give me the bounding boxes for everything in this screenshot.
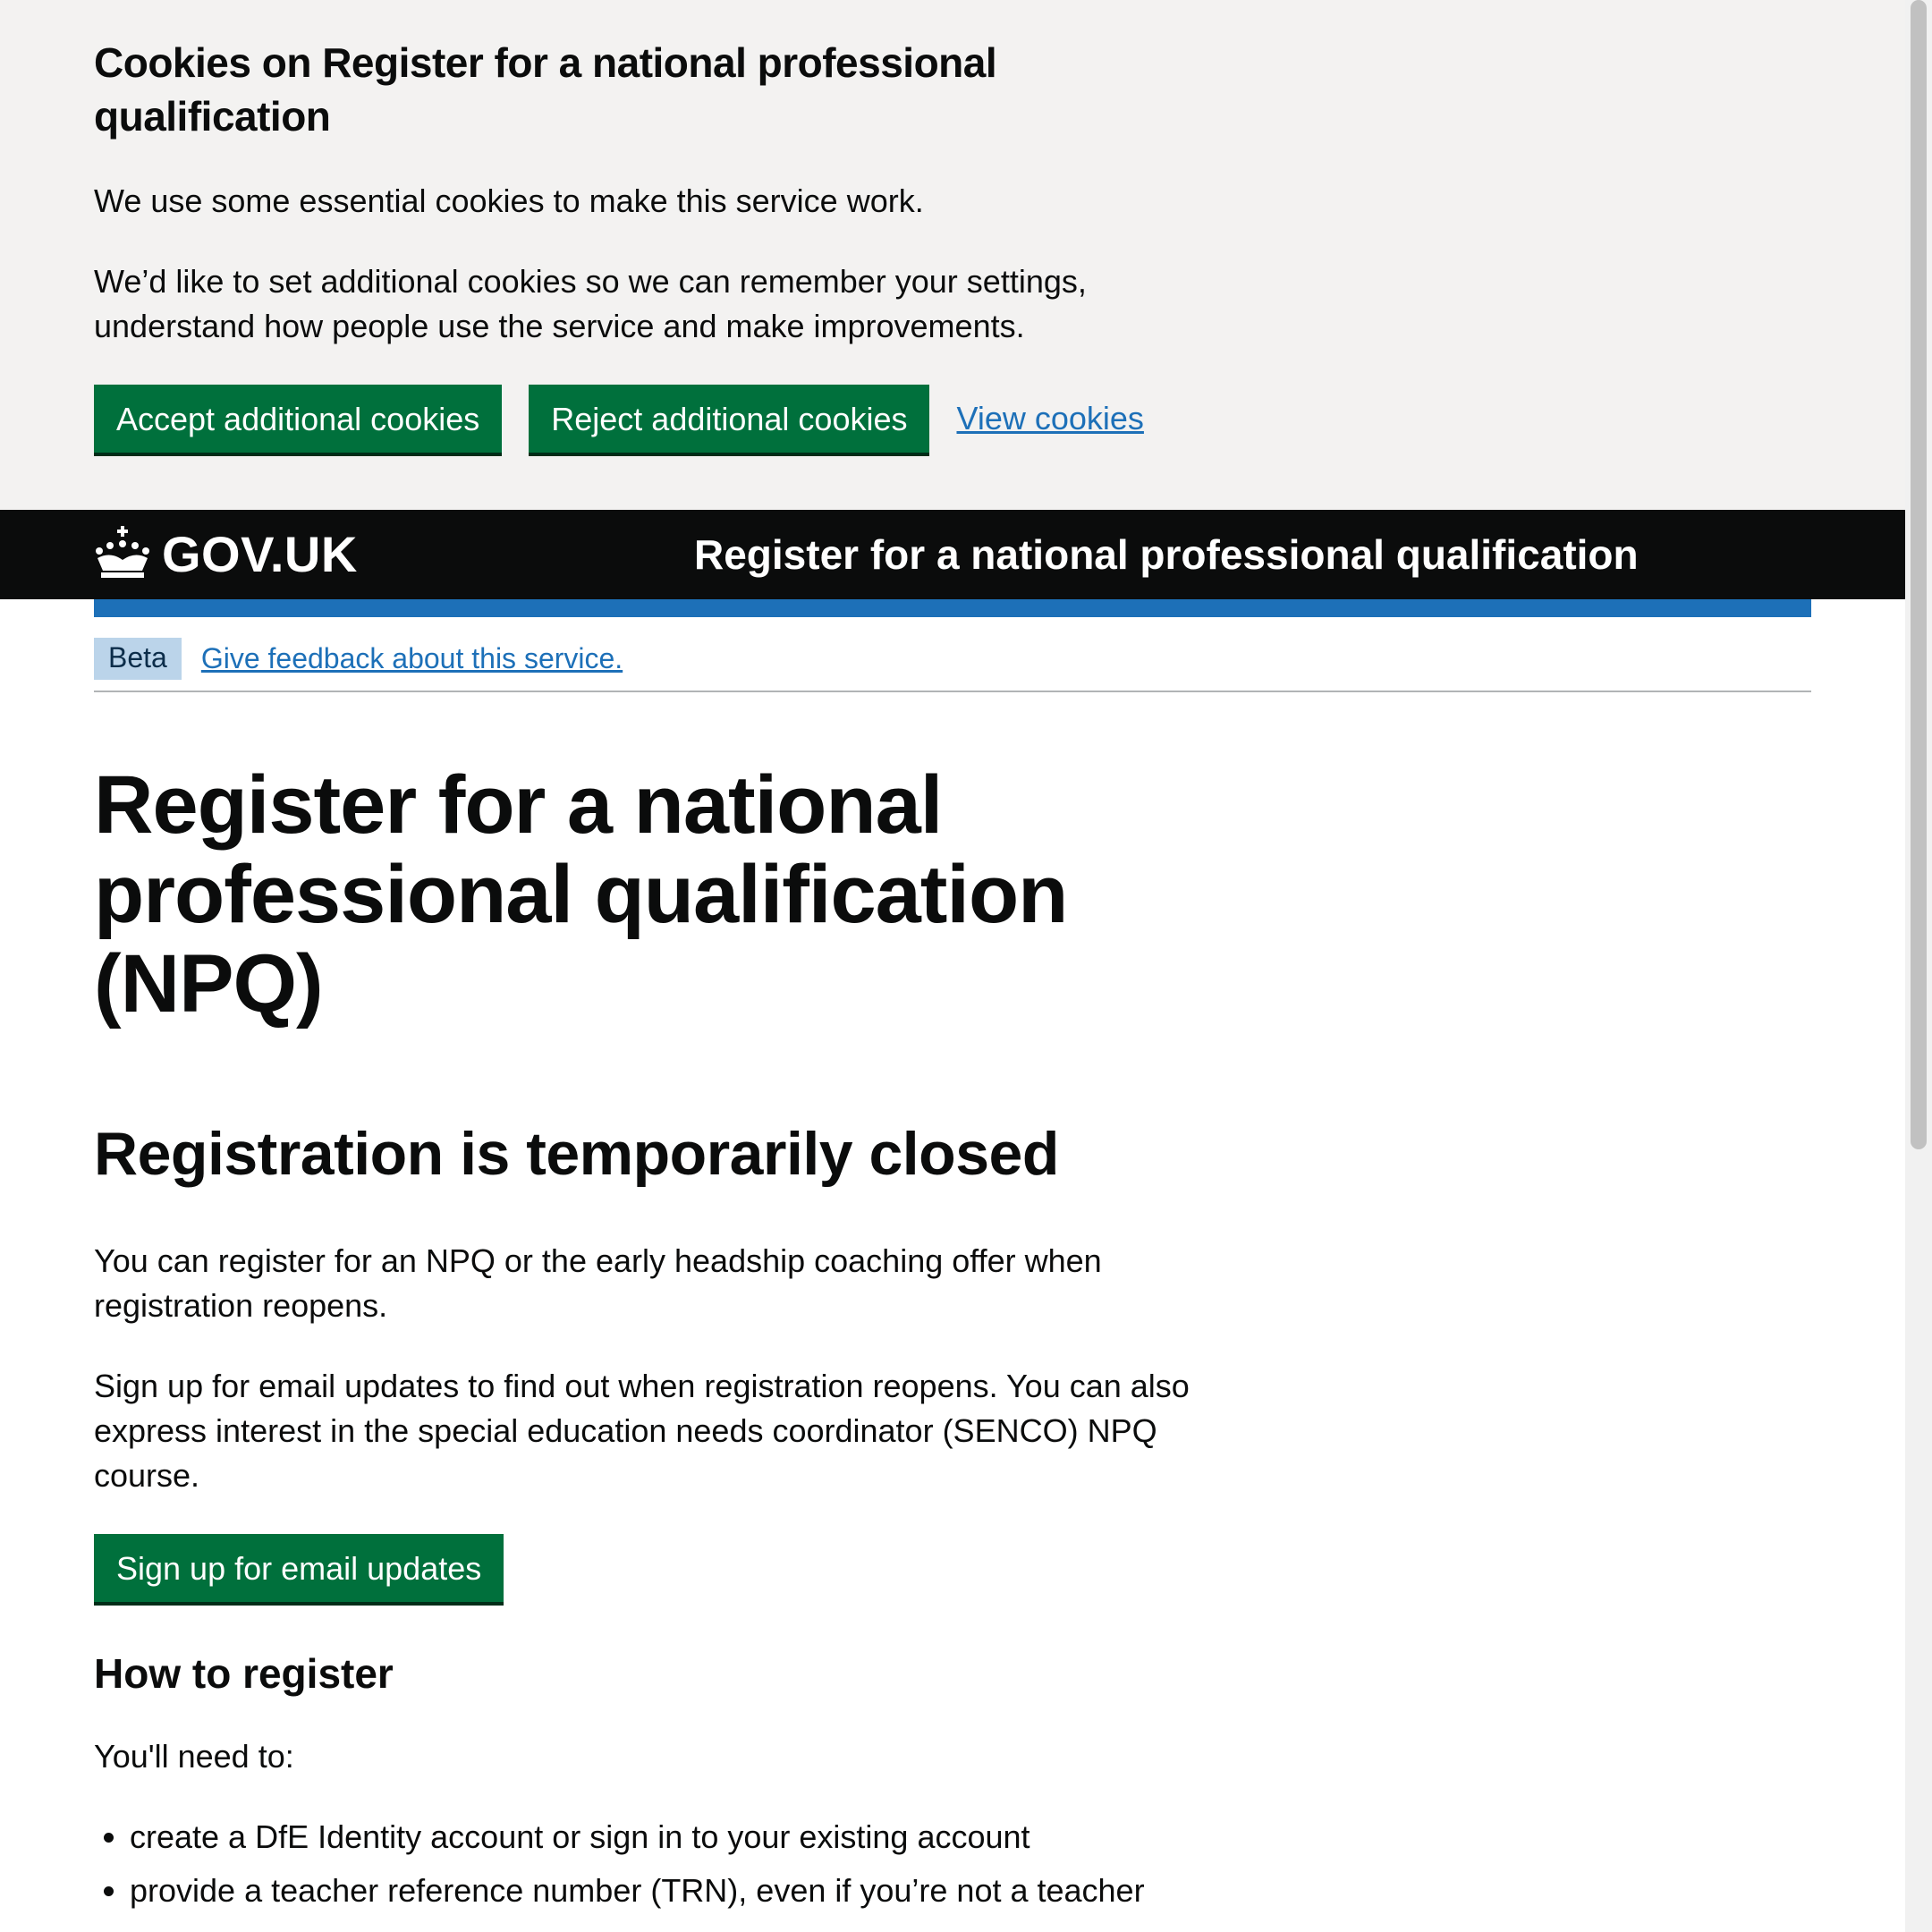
view-cookies-link[interactable]: View cookies bbox=[956, 400, 1143, 437]
govuk-logo-link[interactable]: GOV.UK bbox=[94, 524, 358, 584]
page-title: Register for a national professional qua… bbox=[94, 759, 1068, 1030]
scrollbar-track[interactable] bbox=[1905, 0, 1932, 1932]
beta-tag: Beta bbox=[94, 637, 182, 680]
reject-cookies-button[interactable]: Reject additional cookies bbox=[529, 385, 930, 453]
how-to-register-intro: You'll need to: bbox=[94, 1738, 294, 1775]
cookie-banner-text-additional: We’d like to set additional cookies so w… bbox=[94, 263, 1087, 344]
service-name-link[interactable]: Register for a national professional qua… bbox=[694, 530, 1639, 580]
sign-up-email-updates-button[interactable]: Sign up for email updates bbox=[94, 1534, 504, 1602]
cookie-banner-text-essential: We use some essential cookies to make th… bbox=[94, 182, 924, 219]
scrollbar-thumb[interactable] bbox=[1911, 0, 1927, 1149]
crown-icon bbox=[94, 524, 151, 584]
registration-info-text: You can register for an NPQ or the early… bbox=[94, 1242, 1102, 1324]
cookie-banner: Cookies on Register for a national profe… bbox=[0, 0, 1905, 510]
list-item: create a DfE Identity account or sign in… bbox=[130, 1815, 1257, 1860]
main-content: Register for a national professional qua… bbox=[94, 760, 1257, 1922]
feedback-link[interactable]: Give feedback about this service. bbox=[201, 642, 623, 675]
how-to-register-heading: How to register bbox=[94, 1650, 394, 1697]
phase-banner: Beta Give feedback about this service. bbox=[94, 631, 1811, 692]
cookie-actions: Accept additional cookies Reject additio… bbox=[94, 385, 1144, 453]
email-updates-text: Sign up for email updates to find out wh… bbox=[94, 1368, 1190, 1494]
govuk-logo-text: GOV.UK bbox=[162, 526, 358, 582]
requirements-list: create a DfE Identity account or sign in… bbox=[94, 1815, 1257, 1913]
site-header: GOV.UK Register for a national professio… bbox=[0, 510, 1905, 599]
list-item: provide a teacher reference number (TRN)… bbox=[130, 1868, 1257, 1913]
cookie-banner-title: Cookies on Register for a national profe… bbox=[94, 39, 997, 140]
header-blue-bar bbox=[94, 599, 1811, 617]
accept-cookies-button[interactable]: Accept additional cookies bbox=[94, 385, 503, 453]
page: Cookies on Register for a national profe… bbox=[0, 0, 1905, 1932]
registration-closed-heading: Registration is temporarily closed bbox=[94, 1120, 1059, 1188]
